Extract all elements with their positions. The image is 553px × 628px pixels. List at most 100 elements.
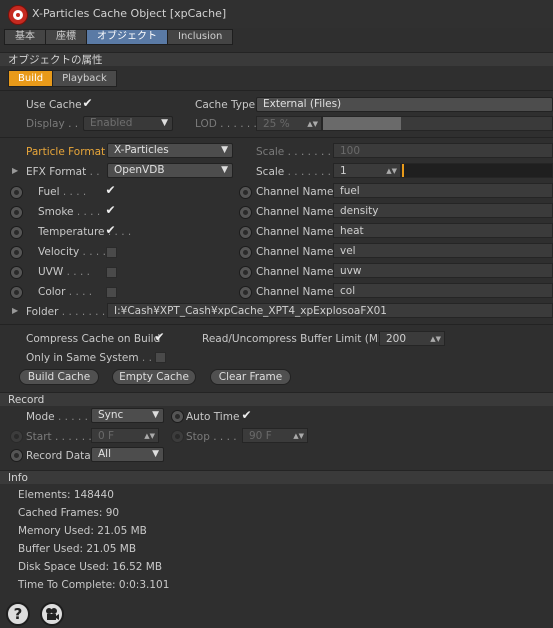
folder-label: Folder . . . . . . . .	[26, 306, 112, 318]
divider	[0, 137, 553, 138]
info-line: Memory Used: 21.05 MB	[18, 525, 147, 537]
efx-format-label: EFX Format . .	[26, 166, 100, 178]
empty-cache-button[interactable]: Empty Cache	[112, 369, 196, 385]
lod-spinner[interactable]: 25 % ▲▼	[256, 116, 322, 131]
display-select[interactable]: Enabled ▼	[83, 116, 173, 131]
divider	[0, 90, 553, 91]
auto-time-label: Auto Time	[186, 411, 240, 423]
object-props-header: オブジェクトの属性	[0, 52, 553, 66]
auto-time-keyframe-icon[interactable]	[171, 410, 184, 423]
info-line: Disk Space Used: 16.52 MB	[18, 561, 163, 573]
temperature-channel-keyframe-icon[interactable]	[239, 226, 252, 239]
record-data-label: Record Data	[26, 450, 91, 462]
color-channel-label: Channel Name	[256, 286, 334, 298]
temperature-channel-field[interactable]: heat	[333, 223, 553, 238]
compress-checkbox[interactable]: ✔	[154, 331, 165, 343]
smoke-channel-field[interactable]: density	[333, 203, 553, 218]
smoke-checkbox[interactable]: ✔	[105, 204, 116, 216]
uvw-label: UVW . . . .	[38, 266, 90, 278]
folder-arrow-icon[interactable]: ▶	[12, 306, 18, 315]
clear-frame-button[interactable]: Clear Frame	[210, 369, 291, 385]
window-title: X-Particles Cache Object [xpCache]	[32, 7, 227, 20]
info-line: Elements: 148440	[18, 489, 114, 501]
scale-spinner-2[interactable]: 1 ▲▼	[333, 163, 401, 178]
xparticles-logo-icon	[8, 5, 28, 25]
title-bar: X-Particles Cache Object [xpCache]	[0, 0, 553, 28]
particle-format-select[interactable]: X-Particles ▼	[107, 143, 233, 158]
velocity-keyframe-icon[interactable]	[10, 246, 23, 259]
auto-time-checkbox[interactable]: ✔	[241, 409, 252, 421]
scale-spinner-1[interactable]: 100	[333, 143, 553, 158]
info-line: Cached Frames: 90	[18, 507, 120, 519]
smoke-label: Smoke . . . .	[38, 206, 101, 218]
velocity-channel-field[interactable]: vel	[333, 243, 553, 258]
build-cache-button[interactable]: Build Cache	[19, 369, 99, 385]
stop-label: Stop . . . .	[186, 431, 237, 443]
color-checkbox[interactable]	[106, 287, 117, 298]
info-header: Info	[0, 470, 553, 484]
cache-type-label: Cache Type	[195, 99, 256, 111]
uvw-channel-keyframe-icon[interactable]	[239, 266, 252, 279]
folder-path-field[interactable]: I:¥Cash¥XPT_Cash¥xpCache_XPT4_xpExplosoa…	[107, 303, 553, 318]
temperature-keyframe-icon[interactable]	[10, 226, 23, 239]
scale-slider[interactable]	[401, 163, 553, 178]
tab-object[interactable]: オブジェクト	[86, 29, 168, 45]
uvw-channel-field[interactable]: uvw	[333, 263, 553, 278]
uvw-checkbox[interactable]	[106, 267, 117, 278]
start-spinner[interactable]: 0 F ▲▼	[91, 428, 159, 443]
temperature-checkbox[interactable]: ✔	[105, 224, 116, 236]
temperature-channel-label: Channel Name	[256, 226, 334, 238]
same-system-checkbox[interactable]	[155, 352, 166, 363]
display-label: Display . .	[26, 118, 79, 130]
attribute-tabs: 基本 座標 オブジェクト Inclusion	[4, 29, 234, 45]
smoke-channel-label: Channel Name	[256, 206, 334, 218]
collapse-arrow-icon[interactable]: ▶	[12, 166, 18, 175]
info-line: Time To Complete: 0:0:3.101	[18, 579, 170, 591]
subtab-playback[interactable]: Playback	[52, 70, 117, 87]
color-label: Color . . . .	[38, 286, 93, 298]
velocity-channel-label: Channel Name	[256, 246, 334, 258]
tab-inclusion[interactable]: Inclusion	[167, 29, 234, 45]
object-subtabs: Build Playback	[8, 70, 117, 87]
start-keyframe-icon[interactable]	[10, 430, 23, 443]
fuel-keyframe-icon[interactable]	[10, 186, 23, 199]
record-header: Record	[0, 392, 553, 406]
uvw-keyframe-icon[interactable]	[10, 266, 23, 279]
record-data-keyframe-icon[interactable]	[10, 449, 23, 462]
fuel-checkbox[interactable]: ✔	[105, 184, 116, 196]
scale-label: Scale . . . . . . . .	[256, 146, 338, 158]
color-keyframe-icon[interactable]	[10, 286, 23, 299]
fuel-channel-keyframe-icon[interactable]	[239, 186, 252, 199]
color-channel-keyframe-icon[interactable]	[239, 286, 252, 299]
stop-spinner[interactable]: 90 F ▲▼	[242, 428, 308, 443]
mode-select[interactable]: Sync ▼	[91, 408, 164, 423]
uvw-channel-label: Channel Name	[256, 266, 334, 278]
compress-label: Compress Cache on Build	[26, 333, 161, 345]
cache-type-select[interactable]: External (Files)	[256, 97, 553, 112]
tab-coords[interactable]: 座標	[45, 29, 87, 45]
use-cache-label: Use Cache	[26, 99, 82, 111]
smoke-channel-keyframe-icon[interactable]	[239, 206, 252, 219]
smoke-keyframe-icon[interactable]	[10, 206, 23, 219]
camera-icon[interactable]	[40, 602, 64, 626]
scale-label-2: Scale . . . . . . . .	[256, 166, 338, 178]
buffer-limit-spinner[interactable]: 200 ▲▼	[379, 331, 445, 346]
particle-format-label: Particle Format	[26, 146, 106, 158]
use-cache-checkbox[interactable]: ✔	[82, 97, 93, 109]
stop-keyframe-icon[interactable]	[171, 430, 184, 443]
color-channel-field[interactable]: col	[333, 283, 553, 298]
lod-slider[interactable]	[322, 116, 553, 131]
record-data-select[interactable]: All ▼	[91, 447, 164, 462]
scale-slider-marker	[402, 164, 404, 177]
efx-format-select[interactable]: OpenVDB ▼	[107, 163, 233, 178]
tab-basic[interactable]: 基本	[4, 29, 46, 45]
velocity-checkbox[interactable]	[106, 247, 117, 258]
info-line: Buffer Used: 21.05 MB	[18, 543, 137, 555]
velocity-label: Velocity . . . .	[38, 246, 106, 258]
help-icon[interactable]: ?	[6, 602, 30, 626]
temperature-label: Temperature . . . .	[38, 226, 132, 238]
subtab-build[interactable]: Build	[8, 70, 54, 87]
fuel-label: Fuel . . . .	[38, 186, 87, 198]
fuel-channel-field[interactable]: fuel	[333, 183, 553, 198]
velocity-channel-keyframe-icon[interactable]	[239, 246, 252, 259]
